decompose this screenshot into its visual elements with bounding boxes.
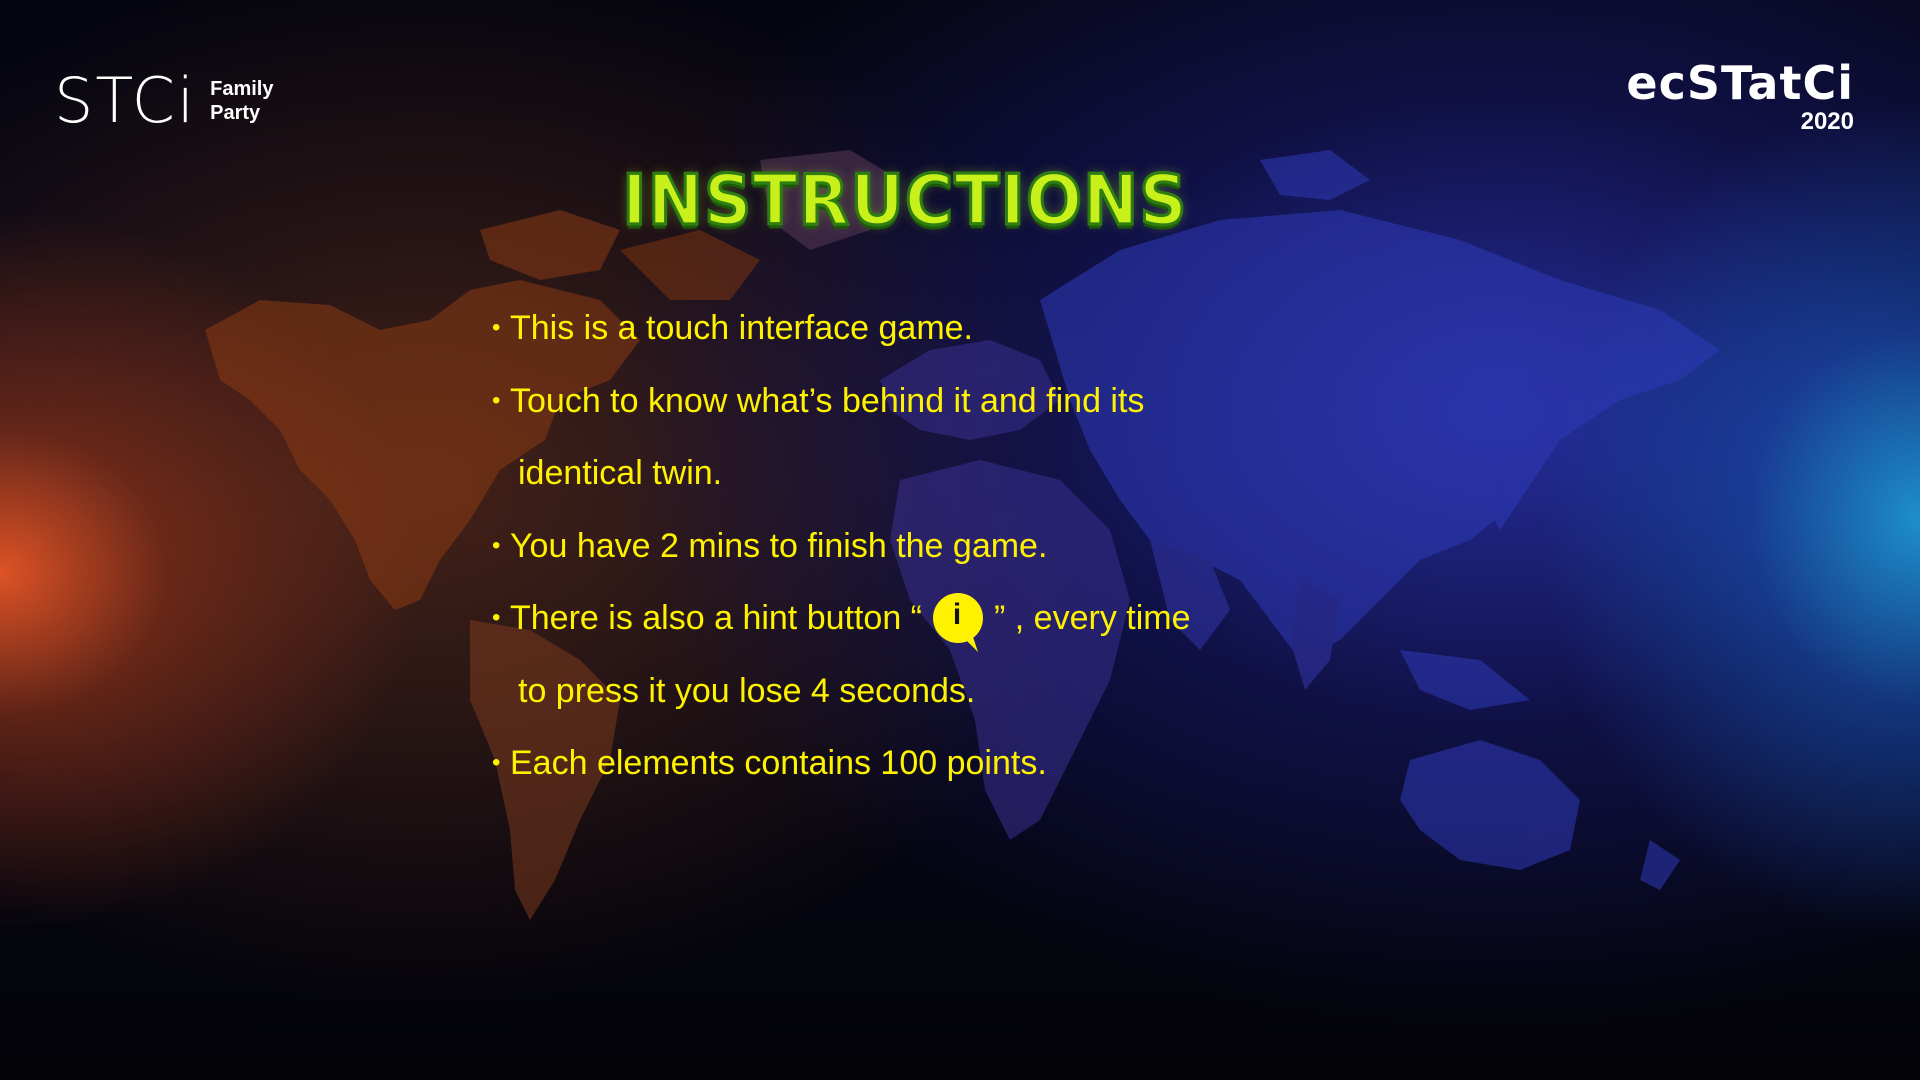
instruction-text: This is a touch interface game. bbox=[510, 309, 974, 347]
instruction-item-continued: identical twin. bbox=[492, 437, 1312, 510]
stci-logo-mark: STCi bbox=[54, 64, 197, 137]
instruction-item: • Each elements contains 100 points. bbox=[492, 727, 1312, 800]
instruction-item-continued: to press it you lose 4 seconds. bbox=[492, 655, 1312, 728]
instruction-text: Touch to know what’s behind it and find … bbox=[510, 381, 1145, 420]
bullet: • bbox=[492, 386, 501, 414]
instruction-item: • Touch to know what’s behind it and fin… bbox=[492, 365, 1312, 438]
instruction-text: There is also a hint button “ bbox=[510, 599, 923, 637]
instruction-item: • There is also a hint button “ i ” , ev… bbox=[492, 582, 1312, 655]
instruction-text: You have 2 mins to finish the game. bbox=[510, 526, 1048, 565]
event-logo-name: ecSTatCi bbox=[1626, 56, 1854, 110]
hint-info-icon: i bbox=[932, 592, 984, 653]
event-logo: ecSTatCi 2020 bbox=[1626, 60, 1854, 134]
bullet: • bbox=[492, 314, 501, 341]
stci-logo-subtitle: Family Party bbox=[210, 77, 273, 125]
instruction-text: to press it you lose 4 seconds. bbox=[518, 671, 976, 710]
instruction-text: identical twin. bbox=[518, 454, 723, 492]
instructions-list: • This is a touch interface game. • Touc… bbox=[492, 292, 1312, 800]
instruction-text: Each elements contains 100 points. bbox=[510, 744, 1047, 782]
stci-logo: STCi Family Party bbox=[54, 70, 273, 132]
stci-logo-sub-line1: Family bbox=[210, 78, 274, 100]
stci-logo-sub-line2: Party bbox=[210, 102, 261, 124]
event-logo-year: 2020 bbox=[1800, 108, 1854, 135]
instruction-text: ” , every time bbox=[994, 599, 1191, 637]
instruction-item: • You have 2 mins to finish the game. bbox=[492, 510, 1312, 583]
bullet: • bbox=[492, 531, 501, 559]
bullet: • bbox=[492, 604, 501, 631]
bullet: • bbox=[492, 749, 501, 776]
page-title: INSTRUCTIONS bbox=[621, 158, 1189, 242]
instruction-item: • This is a touch interface game. bbox=[492, 292, 1312, 365]
hint-icon-label: i bbox=[952, 598, 962, 631]
